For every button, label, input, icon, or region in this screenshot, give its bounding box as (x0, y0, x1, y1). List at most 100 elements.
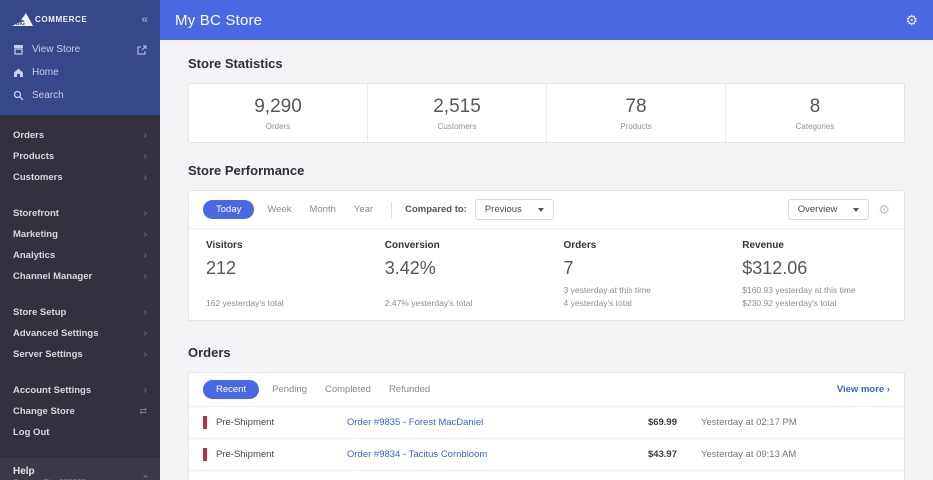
sidebar-item-orders[interactable]: Orders › (0, 125, 160, 146)
sidebar-item-label: Server Settings (13, 349, 83, 360)
sidebar-item-server-settings[interactable]: Server Settings › (0, 344, 160, 365)
sidebar-item-search[interactable]: Search (0, 84, 160, 107)
settings-gear-button[interactable]: ⚙ (905, 13, 918, 27)
sidebar-item-label: Log Out (13, 427, 50, 438)
store-statistics-card: 9,290 Orders 2,515 Customers 78 Products… (188, 83, 905, 143)
help-title: Help (13, 466, 35, 477)
sidebar-item-home[interactable]: Home (0, 61, 160, 84)
sidebar-item-products[interactable]: Products › (0, 146, 160, 167)
store-performance-heading: Store Performance (188, 163, 305, 178)
chevron-up-icon: › (139, 474, 151, 478)
metric-sub-top: $160.93 yesterday at this time (742, 285, 856, 295)
view-more-link[interactable]: View more › (837, 384, 890, 395)
stat-label: Products (620, 121, 652, 131)
orders-toolbar: Recent Pending Completed Refunded View m… (189, 373, 904, 407)
chevron-right-icon: › (143, 208, 147, 219)
chevron-right-icon: › (143, 250, 147, 261)
tab-month[interactable]: Month (304, 204, 340, 215)
sidebar-item-advanced-settings[interactable]: Advanced Settings › (0, 323, 160, 344)
chevron-down-icon (537, 207, 544, 212)
metric-sub-top (206, 284, 351, 297)
search-icon (13, 90, 24, 101)
metric-label: Conversion (384, 240, 440, 251)
chevron-right-icon: › (143, 130, 147, 141)
sidebar-item-label: Marketing (13, 229, 58, 240)
sidebar-item-label: Home (32, 67, 59, 78)
sidebar-item-label: Products (13, 151, 55, 162)
page-title: My BC Store (175, 11, 263, 29)
metric-value: 3.42% (384, 258, 436, 278)
metric-sub-bottom: 4 yesterday's total (563, 298, 632, 308)
tab-refunded[interactable]: Refunded (384, 384, 435, 395)
table-row: Pre-Shipment Order #9834 - Tacitus Cornb… (189, 439, 904, 471)
svg-text:BIG: BIG (16, 21, 25, 27)
sidebar-item-log-out[interactable]: Log Out (0, 422, 160, 443)
stat-value: 8 (809, 95, 821, 117)
metric-label: Orders (563, 240, 597, 251)
order-date: Yesterday at 02:17 PM (701, 417, 797, 428)
sidebar-item-label: Advanced Settings (13, 328, 99, 339)
stat-orders: 9,290 Orders (189, 84, 368, 142)
stat-products: 78 Products (547, 84, 726, 142)
tab-pending[interactable]: Pending (267, 384, 312, 395)
tab-year[interactable]: Year (349, 204, 378, 215)
app-header: My BC Store ⚙ (160, 0, 933, 40)
sidebar-item-marketing[interactable]: Marketing › (0, 224, 160, 245)
performance-metrics: Visitors 212 162 yesterday's total Conve… (189, 229, 904, 320)
stat-customers: 2,515 Customers (368, 84, 547, 142)
tab-today[interactable]: Today (203, 200, 255, 219)
sidebar-help-panel[interactable]: Help Support Pin: 888888 › (0, 458, 160, 480)
main-area: My BC Store ⚙ Store Statistics 9,290 Ord… (160, 0, 933, 480)
divider (391, 201, 393, 218)
order-link[interactable]: Order #9834 - Tacitus Cornbloom (347, 449, 627, 460)
stat-label: Orders (265, 121, 291, 131)
tab-completed[interactable]: Completed (320, 384, 376, 395)
dashboard-content: Store Statistics 9,290 Orders 2,515 Cust… (160, 40, 933, 480)
sidebar-item-store-setup[interactable]: Store Setup › (0, 302, 160, 323)
table-row: Pre-Shipment Order #9835 - Forest MacDan… (189, 407, 904, 439)
compared-to-select[interactable]: Previous (474, 199, 554, 220)
performance-settings-gear-button[interactable]: ⚙ (878, 203, 890, 216)
chevron-down-icon (853, 207, 860, 212)
sidebar-item-label: Account Settings (13, 385, 92, 396)
storefront-icon (14, 45, 23, 55)
sidebar-item-label: Change Store (13, 406, 75, 417)
sidebar-item-label: Store Setup (13, 307, 67, 318)
overview-value: Overview (797, 204, 838, 215)
metric-value: $312.06 (742, 258, 808, 278)
metric-value: 212 (206, 258, 237, 278)
chevron-right-icon: › (143, 271, 147, 282)
metric-label: Revenue (742, 240, 784, 251)
sidebar-item-channel-manager[interactable]: Channel Manager › (0, 266, 160, 287)
performance-toolbar: Today Week Month Year Compared to: Previ… (189, 191, 904, 229)
sidebar-item-view-store[interactable]: View Store (0, 38, 160, 61)
tab-week[interactable]: Week (262, 204, 296, 215)
sidebar-item-storefront[interactable]: Storefront › (0, 203, 160, 224)
sidebar: BIG COMMERCE « View Store Home Search Or… (0, 0, 160, 480)
chevron-right-icon: › (143, 229, 147, 240)
orders-heading: Orders (188, 345, 231, 360)
sidebar-item-analytics[interactable]: Analytics › (0, 245, 160, 266)
sidebar-item-label: Customers (13, 172, 63, 183)
sidebar-item-change-store[interactable]: Change Store ⇄ (0, 401, 160, 422)
overview-select[interactable]: Overview (787, 199, 870, 220)
order-total: $43.97 (647, 449, 677, 460)
chevron-right-icon: › (143, 349, 147, 360)
chevron-right-icon: › (143, 151, 147, 162)
sidebar-collapse-button[interactable]: « (141, 13, 148, 25)
sidebar-item-label: Search (32, 90, 64, 101)
sidebar-item-customers[interactable]: Customers › (0, 167, 160, 188)
store-statistics-heading: Store Statistics (188, 56, 283, 71)
metric-visitors: Visitors 212 162 yesterday's total (189, 240, 368, 310)
stat-value: 9,290 (254, 95, 302, 117)
tab-recent[interactable]: Recent (203, 380, 260, 399)
sidebar-item-account-settings[interactable]: Account Settings › (0, 380, 160, 401)
chevron-right-icon: › (143, 307, 147, 318)
order-total: $69.99 (647, 417, 677, 428)
sidebar-item-label: Storefront (13, 208, 59, 219)
external-link-icon (137, 44, 147, 55)
order-status: Pre-Shipment (216, 417, 275, 428)
bigcommerce-logo-mark: BIG (12, 12, 33, 27)
order-link[interactable]: Order #9835 - Forest MacDaniel (347, 417, 627, 428)
stat-categories: 8 Categories (726, 84, 904, 142)
